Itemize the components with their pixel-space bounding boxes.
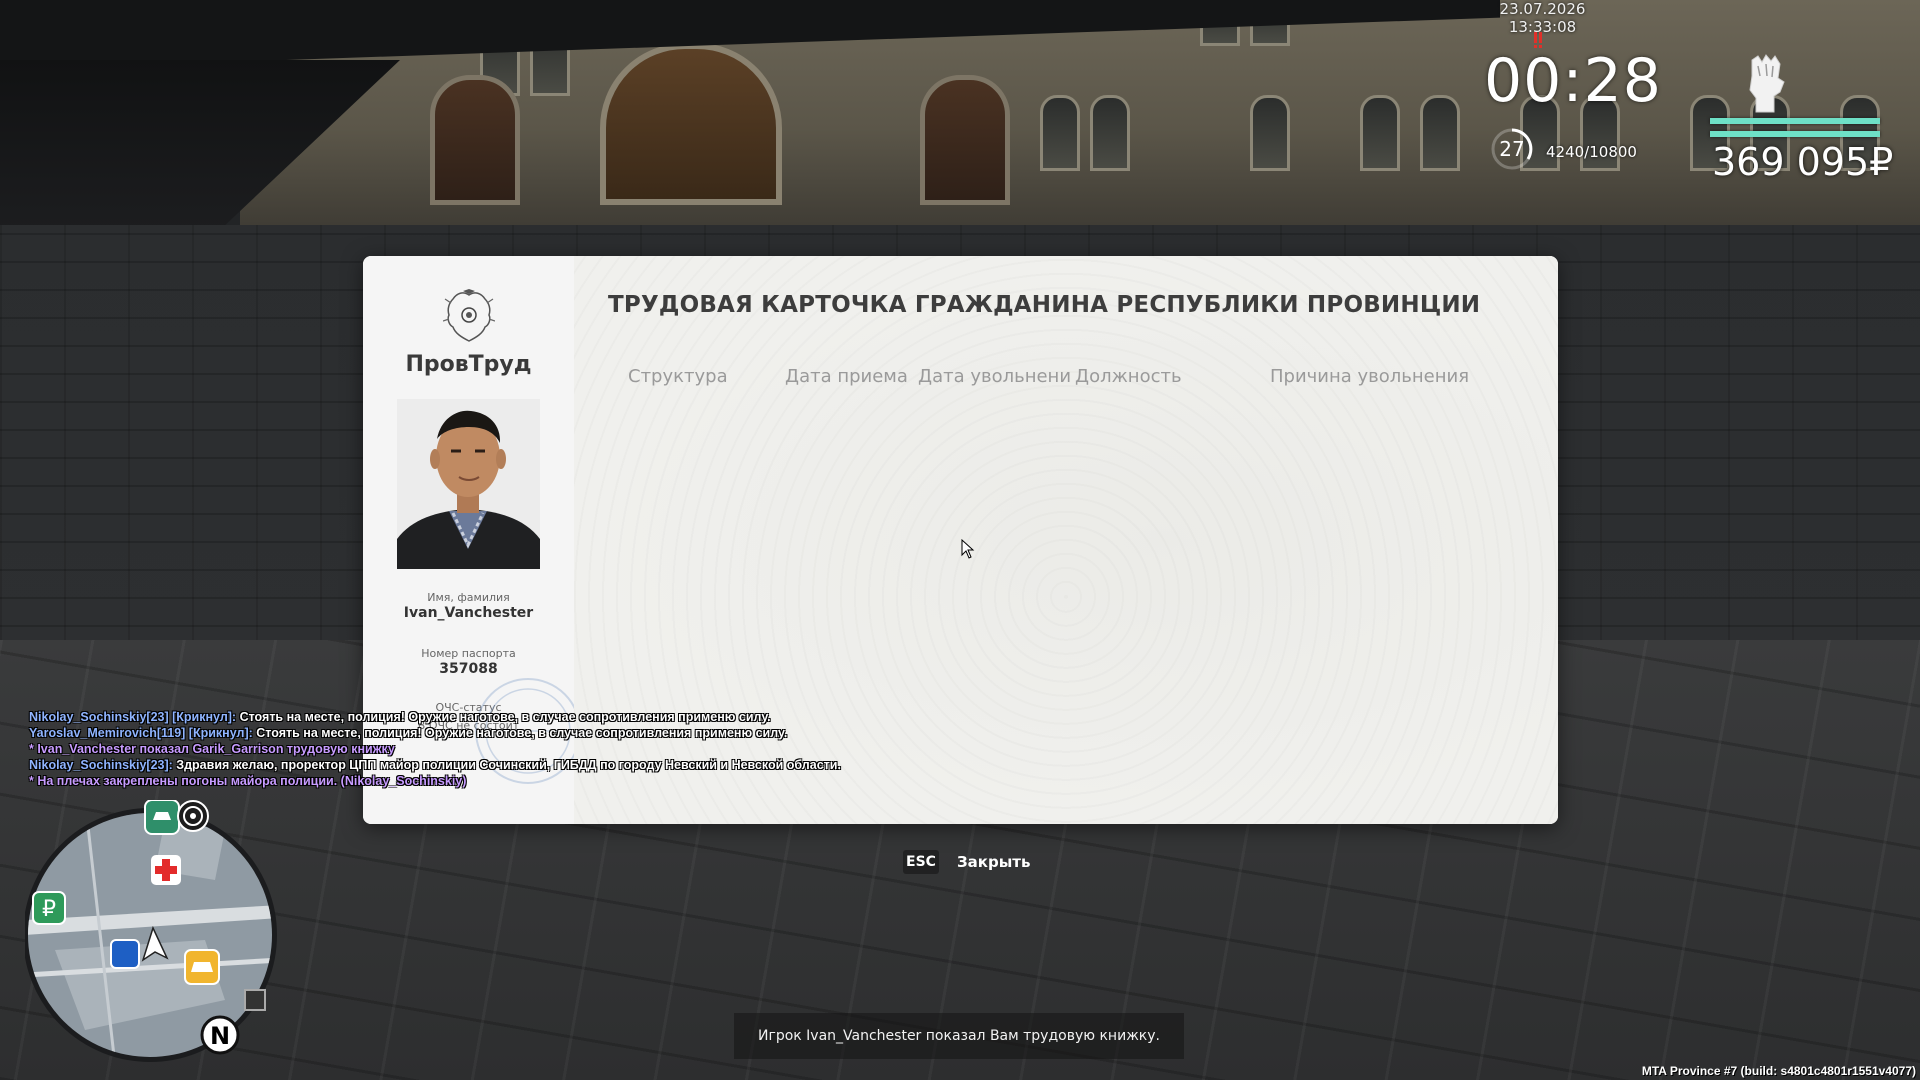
north-label: N [210, 1022, 230, 1050]
name-value: Ivan_Vanchester [403, 605, 534, 621]
chat-line: Nikolay_Sochinskiy[23]: Здравия желаю, п… [29, 757, 929, 773]
health-bar [1710, 118, 1880, 124]
hud-timer: 00:28 [1484, 46, 1662, 116]
chat-action: * На плечах закреплены погоны майора пол… [29, 774, 467, 788]
close-button[interactable]: Закрыть [957, 850, 1030, 874]
name-label: Имя, фамилия [427, 591, 510, 604]
notification-toast: Игрок Ivan_Vanchester показал Вам трудов… [734, 1013, 1184, 1059]
build-info: MTA Province #7 (build: s4801c4801r1551v… [1641, 1064, 1916, 1078]
hud-datetime: 23.07.2026 13:33:08 [1499, 0, 1586, 36]
hud-money: 369 095₽ [1712, 140, 1894, 184]
chat-log: Nikolay_Sochinskiy[23] [Крикнул]: Стоять… [29, 709, 929, 789]
citizen-photo [397, 399, 540, 569]
citizen-portrait-image [397, 399, 540, 569]
state-emblem-icon [443, 289, 495, 342]
chat-message: Здравия желаю, проректор ЦПП майор полиц… [172, 758, 841, 772]
passport-value: 357088 [439, 661, 498, 677]
chat-line: * Ivan_Vanchester показал Garik_Garrison… [29, 741, 929, 757]
card-title: ТРУДОВАЯ КАРТОЧКА ГРАЖДАНИНА РЕСПУБЛИКИ … [608, 292, 1481, 318]
passport-label: Номер паспорта [421, 647, 516, 660]
chat-sender: Nikolay_Sochinskiy[23]: [29, 758, 173, 772]
chat-message: Стоять на месте, полиция! Оружие наготов… [236, 710, 771, 724]
esc-key-hint[interactable]: ESC [903, 850, 939, 874]
chat-line: * На плечах закреплены погоны майора пол… [29, 773, 929, 789]
chat-action: * Ivan_Vanchester показал Garik_Garrison… [29, 742, 395, 756]
chat-message: Стоять на месте, полиция! Оружие наготов… [252, 726, 788, 740]
chat-line: Yaroslav_Memirovich[119] [Крикнул]: Стоя… [29, 725, 929, 741]
chat-sender: Nikolay_Sochinskiy[23] [Крикнул]: [29, 710, 237, 724]
column-header-hire-date: Дата приема [785, 366, 908, 387]
minimap: ₽ N [25, 800, 277, 1062]
fist-weapon-icon [1749, 54, 1785, 113]
column-header-dismissal-date: Дата увольнени [918, 366, 1072, 387]
brand-name: ПровТруд [405, 352, 532, 377]
mouse-cursor-icon [961, 539, 975, 559]
column-header-position: Должность [1075, 366, 1182, 387]
column-header-structure: Структура [628, 366, 728, 387]
armor-bar [1710, 131, 1880, 137]
chat-sender: Yaroslav_Memirovich[119] [Крикнул]: [29, 726, 253, 740]
hud-level: 27 [1499, 137, 1525, 161]
hud-xp: 4240/10800 [1546, 143, 1637, 161]
column-header-dismissal-reason: Причина увольнения [1270, 366, 1470, 387]
chat-line: Nikolay_Sochinskiy[23] [Крикнул]: Стоять… [29, 709, 929, 725]
svg-text:₽: ₽ [42, 897, 56, 922]
